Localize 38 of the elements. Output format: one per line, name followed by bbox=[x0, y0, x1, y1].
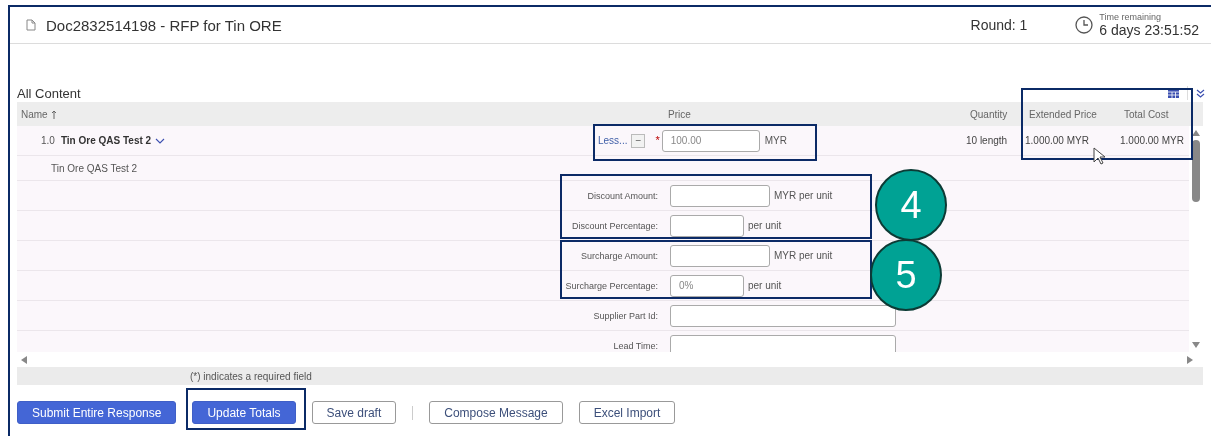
field-label: Discount Percentage: bbox=[570, 220, 659, 231]
item-description: Tin Ore QAS Test 2 bbox=[50, 162, 139, 174]
action-button[interactable]: Excel Import bbox=[578, 401, 676, 424]
column-header[interactable]: Price bbox=[592, 108, 962, 120]
unit-label: MYR per unit bbox=[774, 190, 833, 201]
time-remaining-label: Time remaining bbox=[1099, 12, 1163, 22]
price-field[interactable]: 100.00 bbox=[661, 129, 760, 152]
column-header[interactable]: Extended Price bbox=[1015, 108, 1110, 120]
less-link[interactable]: Less... bbox=[598, 135, 628, 146]
document-title: Doc2832514198 - RFP for Tin ORE bbox=[46, 16, 283, 34]
item-name: Tin Ore QAS Test 2 bbox=[60, 135, 152, 146]
field-label: Lead Time: bbox=[612, 340, 659, 351]
input-field[interactable]: 0% bbox=[670, 274, 744, 297]
round-label: Round: 1 bbox=[970, 17, 1028, 33]
column-header[interactable]: Quantity bbox=[962, 108, 1015, 120]
extended-price-cell-text: 1.000.00 MYR bbox=[1024, 135, 1090, 146]
unit-label: MYR per unit bbox=[774, 250, 833, 261]
column-header[interactable]: Name bbox=[17, 108, 48, 120]
unit-label: per unit bbox=[748, 280, 782, 291]
field-label: Surcharge Amount: bbox=[579, 250, 659, 261]
collapse-button[interactable]: − bbox=[631, 133, 646, 148]
total-cost-cell-text: 1.000.00 MYR bbox=[1119, 135, 1185, 146]
line-number: 1.0 bbox=[41, 135, 55, 146]
field-label: Discount Amount: bbox=[586, 190, 659, 201]
unit-label: per unit bbox=[748, 220, 782, 231]
field-label: Supplier Part Id: bbox=[592, 310, 659, 321]
time-remaining-value: 6 days 23:51:52 bbox=[1099, 22, 1199, 38]
section-title: All Content bbox=[17, 85, 82, 101]
action-button[interactable]: Update Totals bbox=[192, 401, 296, 424]
action-button[interactable]: Compose Message bbox=[429, 401, 563, 424]
field-label: Surcharge Percentage: bbox=[564, 280, 659, 291]
quantity-cell-text: 10 length bbox=[965, 135, 1009, 146]
column-header[interactable]: Total Cost bbox=[1110, 108, 1189, 120]
required-icon: * bbox=[655, 133, 660, 146]
action-button[interactable]: Save draft bbox=[311, 401, 397, 424]
required-field-note: (*) indicates a required field bbox=[190, 370, 312, 382]
action-button[interactable]: Submit Entire Response bbox=[17, 401, 177, 424]
currency-label: MYR bbox=[764, 135, 787, 146]
